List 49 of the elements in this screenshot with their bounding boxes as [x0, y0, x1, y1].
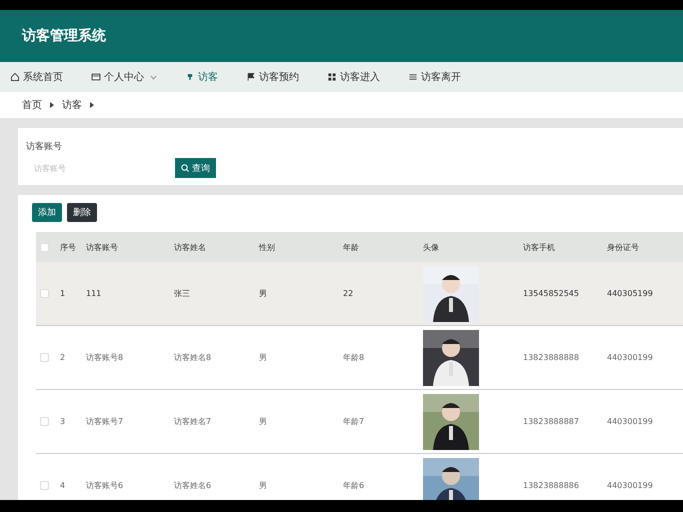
- table-cell-text: 3: [60, 417, 66, 426]
- table-cell-text: 1: [60, 289, 66, 298]
- column-header: 年龄: [343, 242, 360, 252]
- table-cell-text: 4: [60, 481, 66, 490]
- column-header: 访客手机: [523, 242, 556, 252]
- table-cell-text: 13545852545: [523, 289, 580, 298]
- table-cell-text: 男: [259, 352, 268, 363]
- table-cell-text: 13823888888: [523, 353, 580, 362]
- table-cell-text: 张三: [174, 288, 191, 299]
- table-cell-text: 2: [60, 353, 66, 362]
- table-cell-text: 年龄6: [343, 480, 366, 491]
- table-cell-text: 年龄8: [343, 352, 366, 363]
- nav-item[interactable]: 个人中心: [91, 70, 157, 84]
- breadcrumb-item[interactable]: 首页: [22, 98, 42, 112]
- table-cell-text: 访客账号7: [86, 416, 124, 427]
- column-header: 访客账号: [86, 242, 119, 252]
- column-header: 序号: [60, 242, 77, 252]
- table-cell-text: 男: [259, 288, 268, 299]
- app-title: 访客管理系统: [22, 27, 106, 45]
- nav-item[interactable]: 访客: [185, 70, 218, 84]
- column-header: 访客姓名: [174, 242, 207, 252]
- delete-button[interactable]: 删除: [67, 203, 97, 222]
- column-header: 性别: [259, 242, 276, 252]
- column-header: 头像: [423, 242, 440, 252]
- column-header: 身份证号: [607, 242, 640, 252]
- table-cell-text: 访客账号8: [86, 352, 124, 363]
- breadcrumb-item[interactable]: 访客: [62, 98, 82, 112]
- table-cell-text: 访客姓名6: [174, 480, 212, 491]
- nav-item[interactable]: 访客进入: [327, 70, 380, 84]
- table-cell-text: 440300199: [607, 353, 654, 362]
- table-cell-text: 22: [343, 289, 354, 298]
- table-cell-text: 男: [259, 416, 268, 427]
- add-button[interactable]: 添加: [32, 203, 62, 222]
- nav-item[interactable]: 访客离开: [408, 70, 461, 84]
- table-cell-text: 访客账号6: [86, 480, 124, 491]
- table-cell-text: 440300199: [607, 417, 654, 426]
- nav-item[interactable]: 访客预约: [246, 70, 299, 84]
- table-cell-text: 年龄7: [343, 416, 366, 427]
- nav-item[interactable]: 系统首页: [10, 70, 63, 84]
- table-cell-text: 440305199: [607, 289, 654, 298]
- field-label: 访客账号: [26, 140, 63, 153]
- table-cell-text: 13823888886: [523, 481, 580, 490]
- table-cell-text: 访客姓名7: [174, 416, 212, 427]
- table-cell-text: 13823888887: [523, 417, 580, 426]
- table-cell-text: 访客姓名8: [174, 352, 212, 363]
- table-cell-text: 440300199: [607, 481, 654, 490]
- search-button[interactable]: 查询: [175, 158, 216, 178]
- table-cell-text: 111: [86, 289, 102, 298]
- table-cell-text: 男: [259, 480, 268, 491]
